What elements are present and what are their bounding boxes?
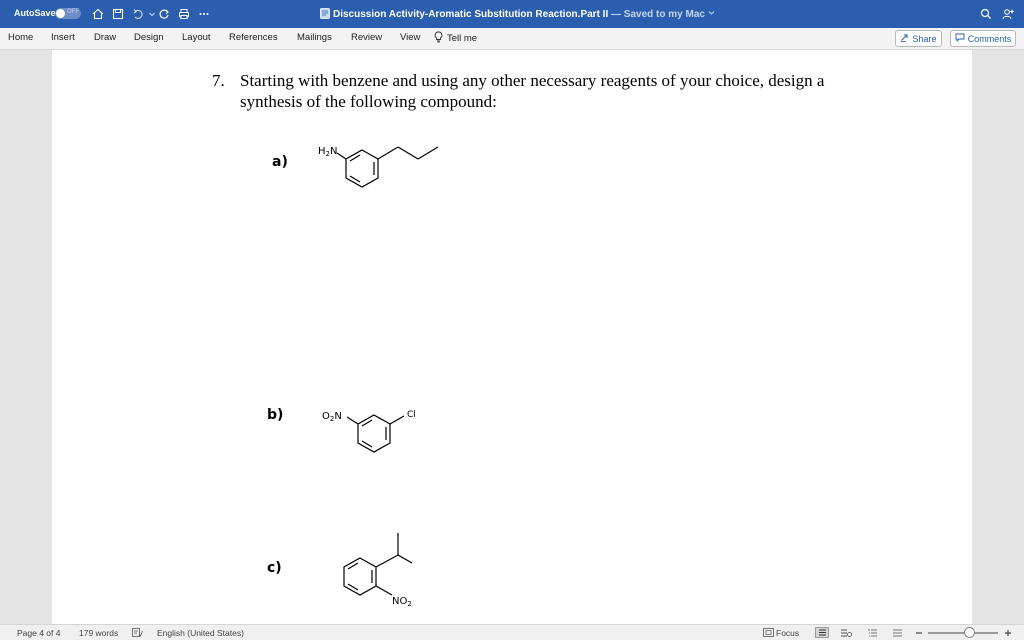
comment-icon bbox=[955, 33, 965, 44]
document-title: Discussion Activity-Aromatic Substitutio… bbox=[320, 8, 715, 22]
status-bar: Page 4 of 4 179 words English (United St… bbox=[0, 624, 1024, 640]
zoom-slider[interactable] bbox=[928, 627, 998, 638]
tab-mailings[interactable]: Mailings bbox=[297, 32, 332, 43]
document-area[interactable]: 7. Starting with benzene and using any o… bbox=[0, 50, 1024, 624]
document-name: Discussion Activity-Aromatic Substitutio… bbox=[333, 9, 609, 20]
molecule-c: NO2 bbox=[343, 533, 413, 608]
print-layout-icon[interactable] bbox=[815, 627, 829, 638]
outline-view-icon[interactable] bbox=[866, 627, 878, 638]
zoom-slider-thumb[interactable] bbox=[964, 627, 975, 638]
tab-layout[interactable]: Layout bbox=[182, 32, 211, 43]
toggle-knob bbox=[56, 9, 65, 18]
svg-text:H2N: H2N bbox=[318, 146, 337, 158]
zoom-out-icon[interactable] bbox=[913, 627, 925, 638]
search-icon[interactable] bbox=[978, 6, 994, 22]
part-b-label: b) bbox=[267, 407, 284, 423]
ribbon-tabs: Home Insert Draw Design Layout Reference… bbox=[0, 28, 1024, 50]
share-label: Share bbox=[912, 33, 937, 44]
tab-design[interactable]: Design bbox=[134, 32, 164, 43]
title-separator: — bbox=[608, 9, 624, 20]
zoom-in-icon[interactable] bbox=[1002, 627, 1014, 638]
draft-view-icon[interactable] bbox=[891, 627, 903, 638]
tab-insert[interactable]: Insert bbox=[51, 32, 75, 43]
document-icon bbox=[320, 8, 330, 22]
tab-view[interactable]: View bbox=[400, 32, 420, 43]
comments-button[interactable]: Comments bbox=[950, 30, 1016, 47]
svg-text:NO2: NO2 bbox=[392, 596, 412, 608]
saved-status[interactable]: Saved to my Mac bbox=[624, 9, 705, 20]
molecule-a: H2N bbox=[318, 146, 439, 188]
question-text: Starting with benzene and using any othe… bbox=[240, 71, 825, 111]
question-number: 7. bbox=[212, 71, 225, 90]
tab-home[interactable]: Home bbox=[8, 32, 33, 43]
title-bar: AutoSave OFF Discussion Activity-Aromati… bbox=[0, 0, 1024, 28]
language[interactable]: English (United States) bbox=[157, 628, 244, 638]
print-icon[interactable] bbox=[176, 6, 192, 22]
proofing-icon[interactable] bbox=[131, 627, 143, 638]
comments-label: Comments bbox=[967, 33, 1012, 44]
autosave-toggle[interactable]: OFF bbox=[55, 8, 81, 19]
share-button[interactable]: Share bbox=[895, 30, 942, 47]
tell-me-label: Tell me bbox=[447, 33, 478, 44]
saved-dropdown-icon[interactable] bbox=[708, 8, 715, 19]
focus-label[interactable]: Focus bbox=[776, 628, 799, 638]
tab-review[interactable]: Review bbox=[351, 32, 382, 43]
share-icon bbox=[900, 33, 909, 44]
autosave-state: OFF bbox=[67, 9, 79, 15]
tab-draw[interactable]: Draw bbox=[94, 32, 116, 43]
document-page[interactable]: 7. Starting with benzene and using any o… bbox=[52, 50, 972, 624]
tell-me-search[interactable]: Tell me bbox=[434, 31, 477, 46]
part-a-label: a) bbox=[272, 154, 288, 170]
focus-icon[interactable] bbox=[762, 627, 774, 638]
more-icon[interactable] bbox=[196, 6, 212, 22]
page-count[interactable]: Page 4 of 4 bbox=[17, 628, 60, 638]
svg-text:O2N: O2N bbox=[322, 411, 342, 423]
redo-icon[interactable] bbox=[156, 6, 172, 22]
word-count[interactable]: 179 words bbox=[79, 628, 118, 638]
web-layout-icon[interactable] bbox=[840, 627, 852, 638]
lightbulb-icon bbox=[434, 31, 443, 46]
share-people-icon[interactable] bbox=[1000, 6, 1016, 22]
part-c-label: c) bbox=[267, 560, 282, 576]
tab-references[interactable]: References bbox=[229, 32, 278, 43]
svg-text:Cl: Cl bbox=[407, 410, 416, 420]
save-icon[interactable] bbox=[110, 6, 126, 22]
autosave-label: AutoSave bbox=[14, 8, 56, 18]
molecule-b: O2N Cl bbox=[322, 410, 416, 453]
home-icon[interactable] bbox=[90, 6, 106, 22]
